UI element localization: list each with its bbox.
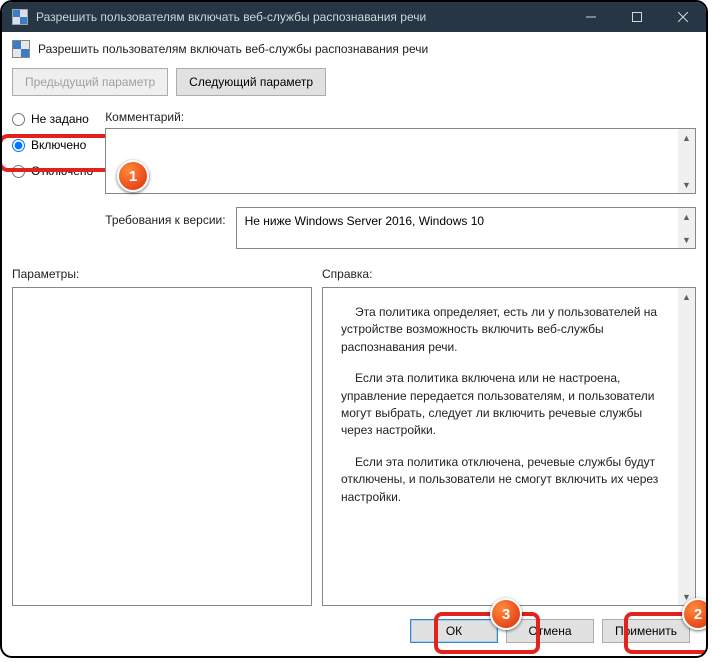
comment-textarea[interactable] xyxy=(105,128,696,194)
annotation-badge-3: 3 xyxy=(490,598,522,630)
scroll-up-icon[interactable]: ▲ xyxy=(678,208,695,225)
policy-title: Разрешить пользователям включать веб-слу… xyxy=(38,42,428,56)
requirements-box: Не ниже Windows Server 2016, Windows 10 xyxy=(236,207,696,249)
app-icon xyxy=(12,9,28,25)
annotation-badge-2: 2 xyxy=(682,598,708,630)
scroll-up-icon[interactable]: ▲ xyxy=(678,288,695,305)
radio-disabled-label: Отключено xyxy=(31,164,93,178)
radio-not-configured-label: Не задано xyxy=(31,112,89,126)
annotation-badge-1: 1 xyxy=(117,160,149,192)
help-panel: Эта политика определяет, есть ли у польз… xyxy=(322,287,696,606)
scroll-down-icon[interactable]: ▼ xyxy=(678,231,695,248)
scroll-down-icon[interactable]: ▼ xyxy=(678,176,695,193)
help-paragraph-3: Если эта политика отключена, речевые слу… xyxy=(341,454,669,506)
requirements-label: Требования к версии: xyxy=(105,207,225,227)
parameters-panel xyxy=(12,287,312,606)
window-maximize-button[interactable] xyxy=(614,2,660,32)
radio-not-configured[interactable]: Не задано xyxy=(12,112,93,126)
previous-setting-button: Предыдущий параметр xyxy=(12,68,168,96)
radio-disabled[interactable]: Отключено xyxy=(12,164,93,178)
window-minimize-button[interactable] xyxy=(568,2,614,32)
comment-label: Комментарий: xyxy=(105,110,184,124)
radio-group: Не задано Включено Отключено xyxy=(12,110,93,249)
dialog-footer: ОК Отмена Применить xyxy=(12,606,696,656)
requirements-text: Не ниже Windows Server 2016, Windows 10 xyxy=(245,214,484,228)
scroll-up-icon[interactable]: ▲ xyxy=(678,129,695,146)
help-paragraph-2: Если эта политика включена или не настро… xyxy=(341,370,669,440)
help-label: Справка: xyxy=(322,267,696,281)
radio-enabled-label: Включено xyxy=(31,138,86,152)
window-title: Разрешить пользователям включать веб-слу… xyxy=(36,10,426,24)
window-close-button[interactable] xyxy=(660,2,706,32)
apply-button[interactable]: Применить xyxy=(602,619,690,643)
next-setting-button[interactable]: Следующий параметр xyxy=(176,68,326,96)
radio-enabled[interactable]: Включено xyxy=(12,138,93,152)
policy-icon xyxy=(12,40,30,58)
parameters-label: Параметры: xyxy=(12,267,312,281)
ok-button[interactable]: ОК xyxy=(410,619,498,643)
help-paragraph-1: Эта политика определяет, есть ли у польз… xyxy=(341,304,669,356)
window-titlebar: Разрешить пользователям включать веб-слу… xyxy=(2,2,706,32)
